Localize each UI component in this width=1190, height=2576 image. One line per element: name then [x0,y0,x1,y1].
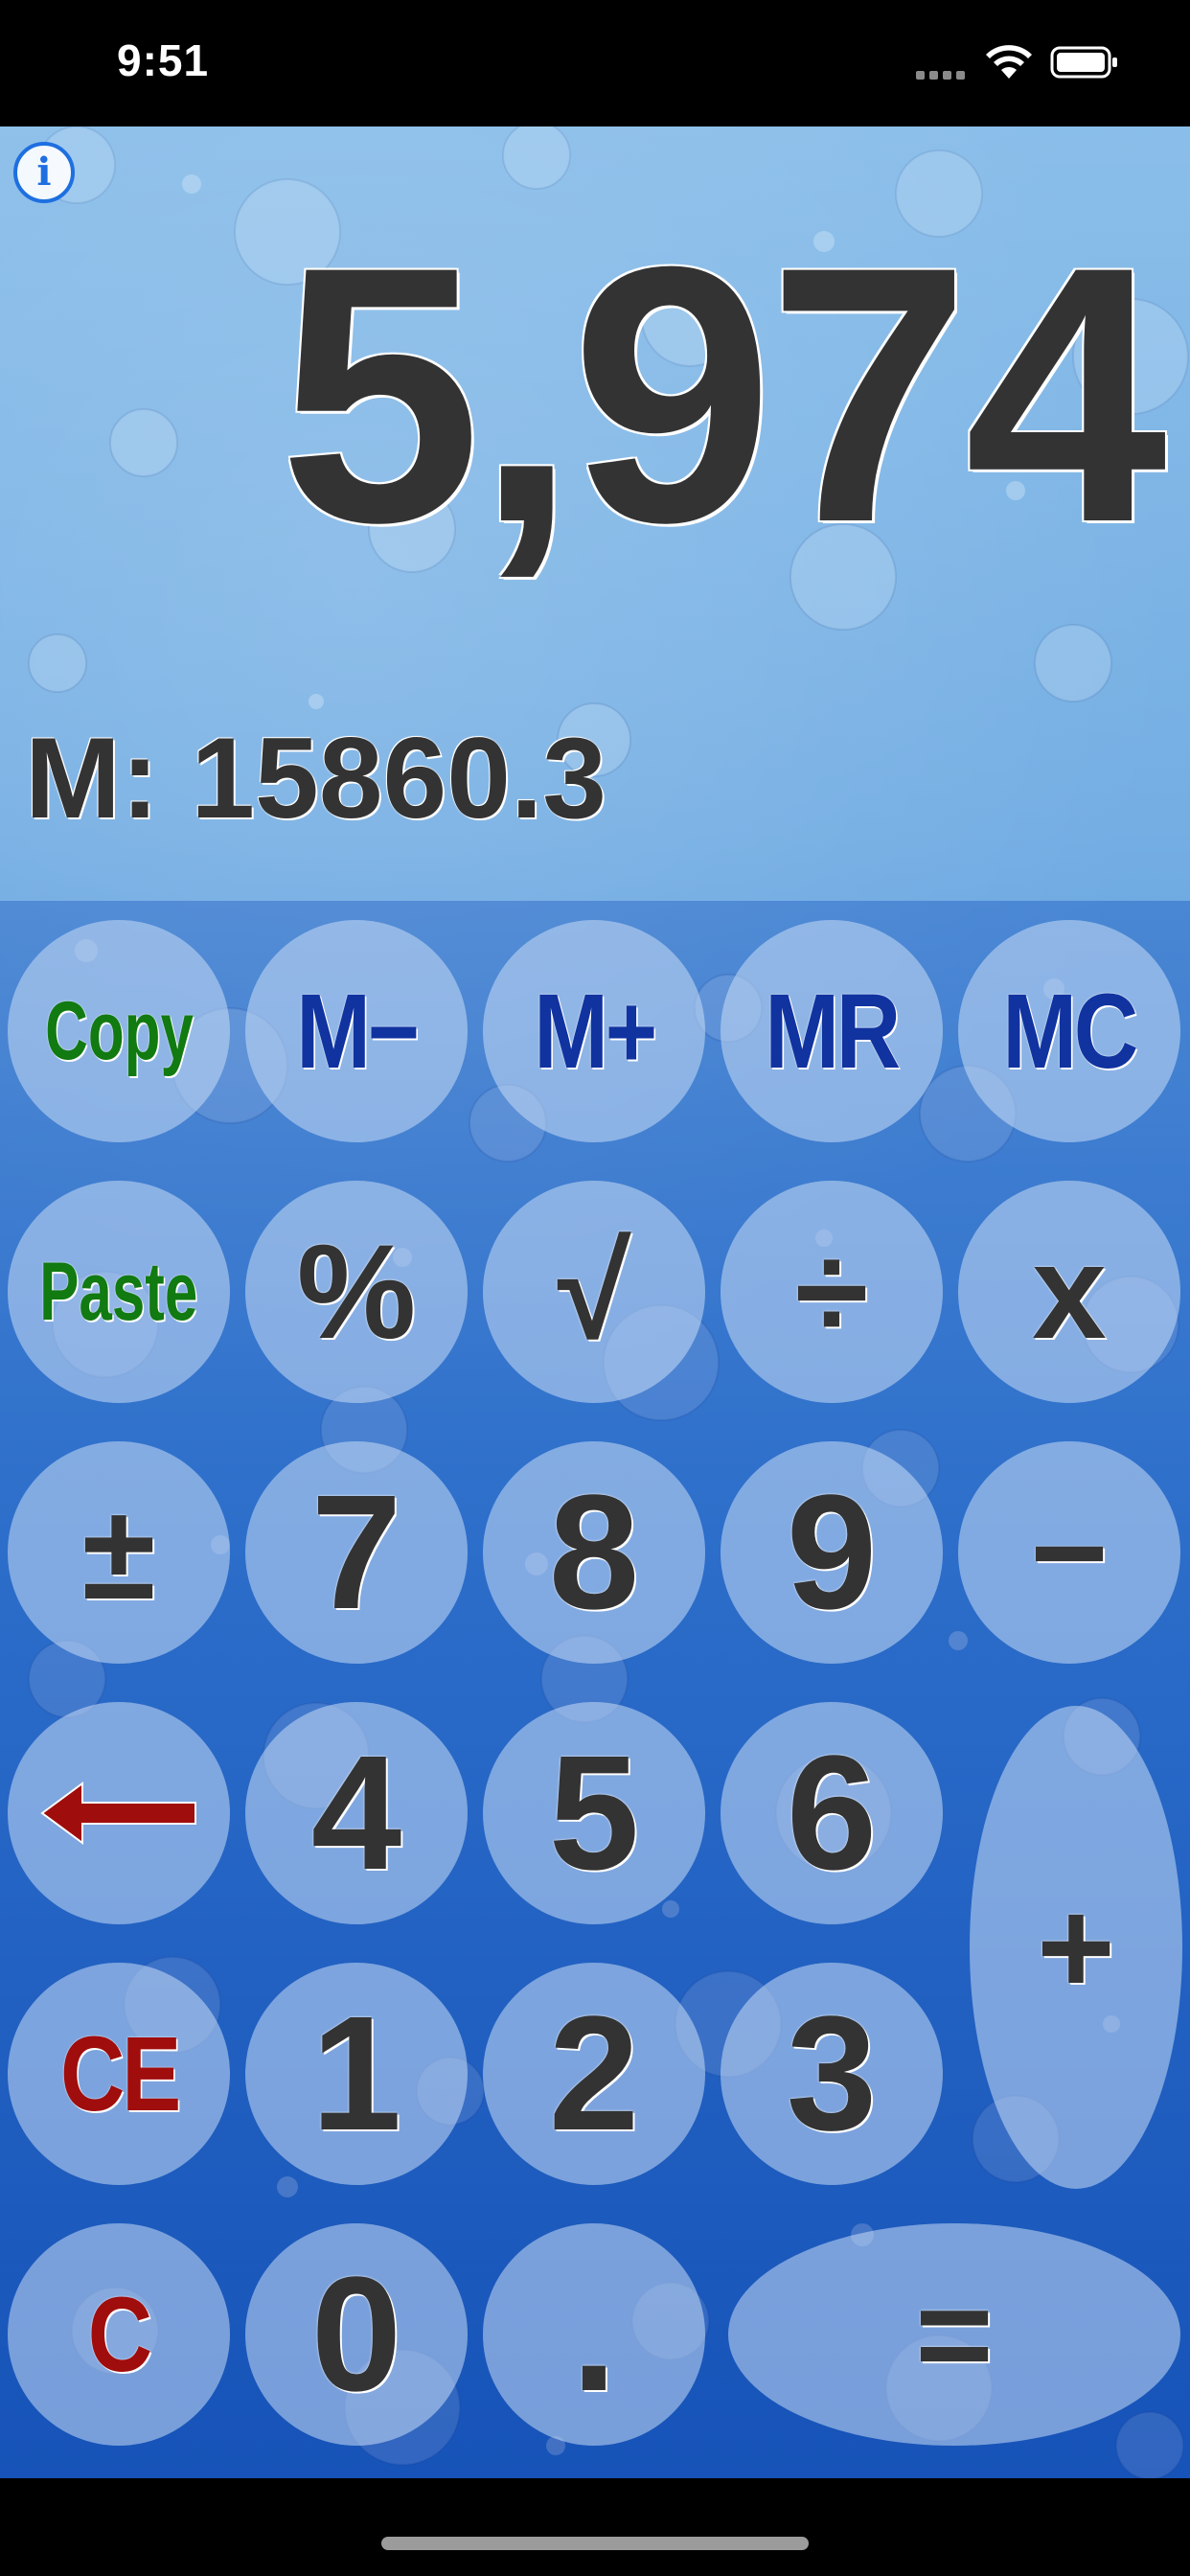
digit-6-button[interactable]: 6 [721,1702,943,1924]
clear-button[interactable]: C [8,2223,230,2446]
info-button[interactable]: i [13,142,75,203]
back-arrow-icon [40,1782,196,1845]
home-indicator-area [0,2478,1190,2576]
status-bar: 9:51 [0,0,1190,126]
add-button[interactable]: + [970,1706,1182,2189]
copy-button[interactable]: Copy [8,920,230,1142]
digit-3-button[interactable]: 3 [721,1963,943,2185]
square-root-button[interactable]: √ [483,1181,705,1403]
equals-button[interactable]: = [728,2223,1180,2446]
plus-minus-button[interactable]: ± [8,1441,230,1664]
memory-minus-button[interactable]: M− [245,920,468,1142]
multiply-button[interactable]: x [958,1181,1180,1403]
memory-clear-button[interactable]: MC [958,920,1180,1142]
paste-button[interactable]: Paste [8,1181,230,1403]
calculator-app: i 5,974 M: 15860.3 Copy M− M+ MR MC Past… [0,126,1190,2478]
digit-8-button[interactable]: 8 [483,1441,705,1664]
decimal-point-button[interactable]: . [483,2223,705,2446]
digit-0-button[interactable]: 0 [245,2223,468,2446]
digit-1-button[interactable]: 1 [245,1963,468,2185]
digit-7-button[interactable]: 7 [245,1441,468,1664]
clear-entry-button[interactable]: CE [8,1963,230,2185]
battery-icon [1050,46,1117,79]
status-time: 9:51 [117,35,210,85]
result-display: 5,974 [279,191,1167,598]
memory-recall-button[interactable]: MR [721,920,943,1142]
percent-button[interactable]: % [245,1181,468,1403]
digit-5-button[interactable]: 5 [483,1702,705,1924]
memory-display: M: 15860.3 [25,714,607,842]
digit-4-button[interactable]: 4 [245,1702,468,1924]
digit-9-button[interactable]: 9 [721,1441,943,1664]
backspace-button[interactable] [8,1702,230,1924]
divide-button[interactable]: ÷ [721,1181,943,1403]
home-indicator[interactable] [381,2537,809,2550]
signal-icon [916,67,973,80]
digit-2-button[interactable]: 2 [483,1963,705,2185]
wifi-icon [986,45,1032,79]
memory-plus-button[interactable]: M+ [483,920,705,1142]
subtract-button[interactable]: − [958,1441,1180,1664]
